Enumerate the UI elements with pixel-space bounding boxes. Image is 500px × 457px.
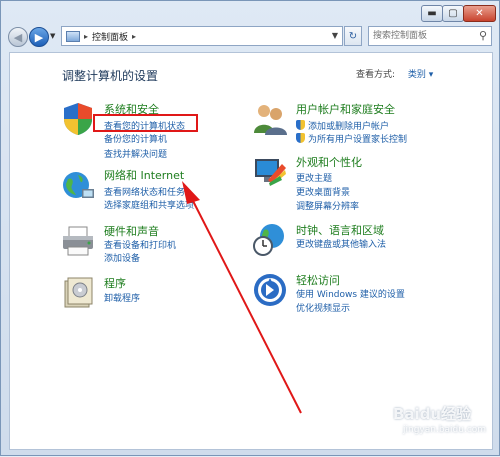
control-panel-window: ▬ ▢ ✕ ◀ ▶ ▼ ▸ 控制面板 ▸ ▼ ↻ ⚲ 调整计算机的设置 查看方式… (0, 0, 500, 456)
breadcrumb-control-panel[interactable]: 控制面板 (92, 30, 128, 43)
ease-of-access-icon[interactable] (252, 272, 288, 308)
uac-shield-icon (296, 120, 305, 130)
view-by-dropdown[interactable]: 类别 ▾ (408, 70, 433, 80)
minimize-button[interactable]: ▬ (421, 5, 443, 22)
link-parental-controls-label: 为所有用户设置家长控制 (308, 135, 408, 145)
clock-globe-icon[interactable] (252, 222, 288, 258)
link-view-network-status[interactable]: 查看网络状态和任务 (104, 185, 185, 198)
link-backup-computer[interactable]: 备份您的计算机 (104, 132, 167, 145)
category-title-clock-language-region[interactable]: 时钟、语言和区域 (296, 222, 384, 238)
programs-icon[interactable] (60, 275, 96, 311)
link-screen-resolution[interactable]: 调整屏幕分辨率 (296, 199, 359, 212)
refresh-icon: ↻ (348, 30, 358, 42)
recent-pages-dropdown[interactable]: ▼ (50, 32, 55, 40)
watermark-brand: Baidu经验 (393, 405, 472, 423)
forward-button[interactable]: ▶ (29, 27, 49, 47)
link-use-recommended-settings[interactable]: 使用 Windows 建议的设置 (296, 287, 405, 300)
appearance-icon[interactable] (252, 154, 288, 190)
link-change-desktop-background[interactable]: 更改桌面背景 (296, 185, 350, 198)
uac-shield-icon (296, 133, 305, 143)
view-by: 查看方式: 类别 ▾ (356, 67, 433, 80)
breadcrumb-separator[interactable]: ▸ (132, 32, 136, 41)
search-box[interactable]: ⚲ (368, 26, 492, 46)
page-title: 调整计算机的设置 (62, 69, 159, 83)
category-title-hardware-sound[interactable]: 硬件和声音 (104, 223, 159, 239)
link-change-theme[interactable]: 更改主题 (296, 171, 332, 184)
close-button[interactable]: ✕ (463, 5, 496, 22)
network-highlight-box (93, 114, 198, 132)
link-add-remove-accounts-label: 添加或删除用户帐户 (308, 122, 390, 132)
address-dropdown-icon[interactable]: ▼ (332, 31, 338, 40)
back-button[interactable]: ◀ (8, 27, 28, 47)
link-devices-printers[interactable]: 查看设备和打印机 (104, 238, 176, 251)
users-icon[interactable] (252, 101, 288, 137)
link-parental-controls[interactable]: 为所有用户设置家长控制 (296, 132, 407, 145)
main-content: 调整计算机的设置 查看方式: 类别 ▾ 系统和安全 查看您的计算机状态 备份您的… (9, 52, 493, 450)
maximize-button[interactable]: ▢ (442, 5, 464, 22)
watermark-url: jingyan.baidu.com (403, 425, 487, 435)
network-globe-icon[interactable] (60, 167, 96, 203)
category-title-programs[interactable]: 程序 (104, 275, 126, 291)
control-panel-folder-icon (66, 30, 80, 42)
breadcrumb-separator[interactable]: ▸ (84, 32, 88, 41)
back-arrow-icon: ◀ (13, 30, 23, 44)
refresh-button[interactable]: ↻ (344, 26, 362, 46)
link-add-device[interactable]: 添加设备 (104, 251, 140, 264)
link-uninstall-program[interactable]: 卸载程序 (104, 291, 140, 304)
shield-security-icon[interactable] (60, 101, 96, 137)
search-icon[interactable]: ⚲ (479, 29, 487, 42)
link-homegroup-sharing[interactable]: 选择家庭组和共享选项 (104, 198, 194, 211)
link-optimize-display[interactable]: 优化视频显示 (296, 301, 350, 314)
printer-icon[interactable] (60, 223, 96, 259)
view-by-label: 查看方式: (356, 70, 396, 80)
link-troubleshoot[interactable]: 查找并解决问题 (104, 147, 167, 160)
forward-arrow-icon: ▶ (34, 30, 44, 44)
search-input[interactable] (369, 30, 475, 42)
address-bar[interactable]: ▸ 控制面板 ▸ ▼ (61, 26, 343, 46)
category-title-ease-of-access[interactable]: 轻松访问 (296, 272, 340, 288)
category-title-network-internet[interactable]: 网络和 Internet (104, 167, 184, 183)
link-change-input-method[interactable]: 更改键盘或其他输入法 (296, 237, 386, 250)
category-title-user-accounts[interactable]: 用户帐户和家庭安全 (296, 101, 395, 117)
category-title-appearance[interactable]: 外观和个性化 (296, 154, 362, 170)
link-add-remove-accounts[interactable]: 添加或删除用户帐户 (296, 119, 389, 132)
